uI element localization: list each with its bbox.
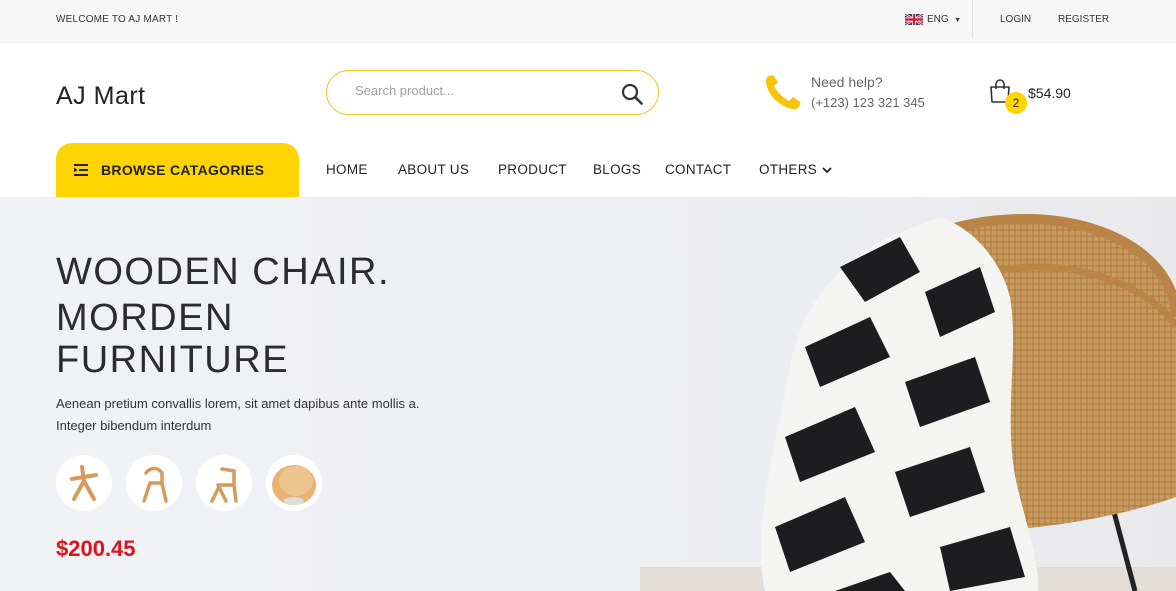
hero-title-line-3: FURNITURE [56, 339, 290, 381]
hero-price: $200.45 [56, 536, 136, 561]
help-title: Need help? [811, 74, 883, 90]
hero-title-line-2: MORDEN [56, 297, 234, 339]
top-bar: WELCOME TO AJ MART ! ENG ▾ LOGIN REGISTE… [0, 0, 1176, 43]
nav-contact[interactable]: CONTACT [665, 162, 731, 177]
hero-description: Aenean pretium convallis lorem, sit amet… [56, 396, 420, 433]
browse-categories-label: BROWSE CATAGORIES [101, 162, 265, 178]
uk-flag-icon [905, 14, 923, 25]
menu-list-icon [74, 164, 88, 176]
product-thumbnail-3[interactable] [196, 455, 252, 511]
divider [972, 0, 973, 38]
cart-count-badge: 2 [1005, 92, 1027, 114]
search-bar [326, 70, 659, 115]
cart-total[interactable]: $54.90 [1028, 85, 1071, 101]
chevron-down-icon [822, 166, 832, 173]
help-phone-number[interactable]: (+123) 123 321 345 [811, 95, 925, 110]
nav-home[interactable]: HOME [326, 162, 368, 177]
nav-others-label: OTHERS [759, 162, 818, 177]
language-selector[interactable]: ENG ▾ [905, 14, 960, 25]
browse-categories-button[interactable]: BROWSE CATAGORIES [56, 143, 299, 197]
hero-title-line-1: WOODEN CHAIR. [56, 251, 391, 293]
language-label: ENG [927, 14, 949, 25]
product-thumbnail-2[interactable] [126, 455, 182, 511]
nav-blogs[interactable]: BLOGS [593, 162, 641, 177]
site-logo[interactable]: AJ Mart [56, 82, 146, 111]
product-thumbnail-1[interactable] [56, 455, 112, 511]
product-thumbnail-4[interactable] [266, 455, 322, 511]
search-icon[interactable] [620, 82, 644, 106]
hero-banner: WOODEN CHAIR. MORDEN FURNITURE Aenean pr… [0, 197, 1176, 591]
search-input[interactable] [355, 83, 615, 98]
nav-about-us[interactable]: ABOUT US [398, 162, 469, 177]
register-link[interactable]: REGISTER [1058, 14, 1109, 25]
caret-down-icon: ▾ [955, 15, 960, 24]
phone-icon [765, 75, 801, 110]
nav-others[interactable]: OTHERS [759, 162, 833, 177]
login-link[interactable]: LOGIN [1000, 14, 1031, 25]
welcome-text: WELCOME TO AJ MART ! [56, 14, 179, 25]
hero-chair-image [640, 213, 1176, 591]
nav-product[interactable]: PRODUCT [498, 162, 567, 177]
